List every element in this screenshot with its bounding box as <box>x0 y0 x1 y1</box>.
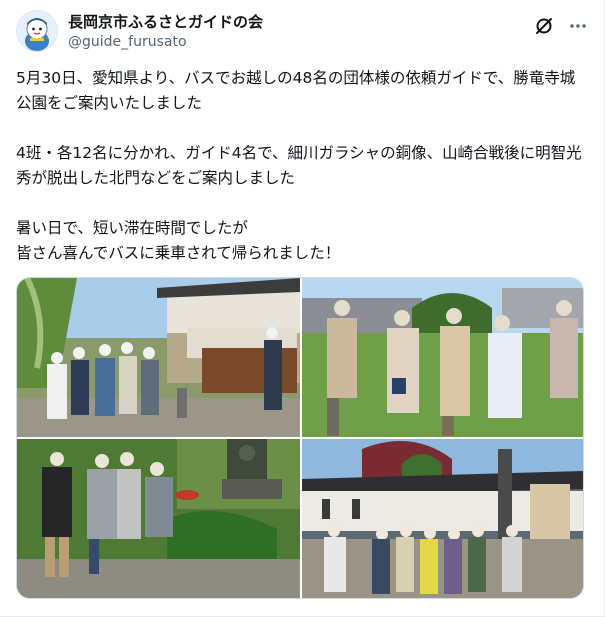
photo-tour-group-park[interactable] <box>302 278 583 437</box>
post-header: 長岡京市ふるさとガイドの会 @guide_furusato <box>16 10 588 54</box>
post-paragraph: 4班・各12名に分かれ、ガイド4名で、細川ガラシャの銅像、山崎合戦後に明智光秀が… <box>16 144 582 187</box>
post-paragraph: 暑い日で、短い滞在時間でしたが 皆さん喜んでバスに乗車されて帰られました！ <box>16 219 341 262</box>
mascot-avatar-icon[interactable] <box>16 10 58 52</box>
photo-grid <box>16 277 584 599</box>
account-names: 長岡京市ふるさとガイドの会 @guide_furusato <box>68 12 263 52</box>
more-horizontal-icon[interactable] <box>568 16 588 36</box>
display-name[interactable]: 長岡京市ふるさとガイドの会 <box>68 12 263 32</box>
photo-tour-group-statue[interactable] <box>17 439 300 598</box>
post-paragraph: 5月30日、愛知県より、バスでお越しの48名の団体様の依頼ガイドで、勝竜寺城公園… <box>16 69 576 112</box>
post-actions <box>534 16 588 36</box>
post-text: 5月30日、愛知県より、バスでお越しの48名の団体様の依頼ガイドで、勝竜寺城公園… <box>16 66 586 266</box>
post-card: 長岡京市ふるさとガイドの会 @guide_furusato 5月30日、愛知県よ… <box>0 0 605 617</box>
account-handle[interactable]: @guide_furusato <box>68 32 263 52</box>
photo-tour-group-castle-wall[interactable] <box>17 278 300 437</box>
photo-tour-group-gate[interactable] <box>302 439 583 598</box>
slash-circle-icon[interactable] <box>534 16 554 36</box>
